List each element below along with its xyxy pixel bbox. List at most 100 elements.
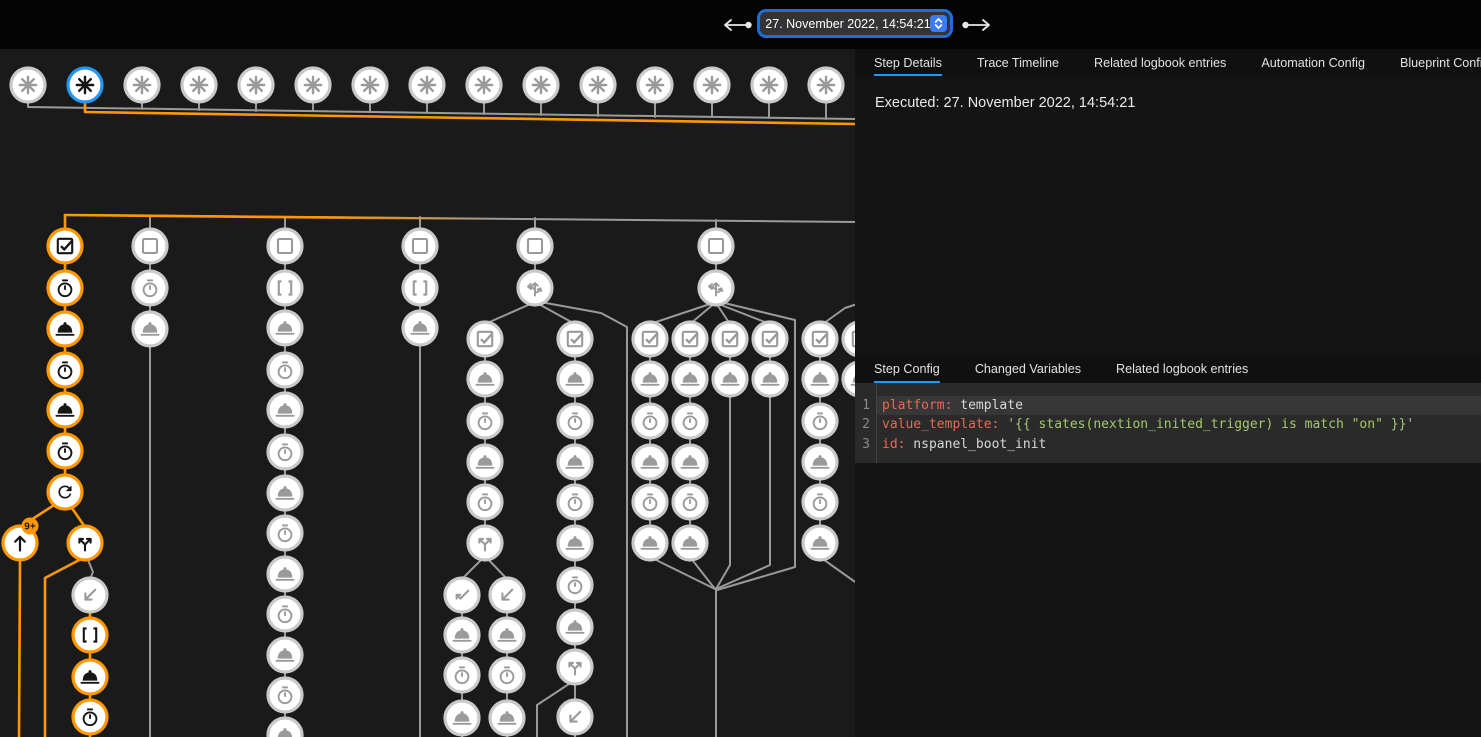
timer-node[interactable] [468, 404, 502, 438]
cloche-node[interactable] [843, 362, 855, 396]
choose-node[interactable] [699, 271, 733, 305]
checkbox-node[interactable] [753, 322, 787, 356]
timer-node[interactable] [673, 404, 707, 438]
cloche-node[interactable] [803, 526, 837, 560]
cloche-node[interactable] [133, 312, 167, 346]
timer-node[interactable] [73, 700, 107, 734]
call-split-node[interactable] [68, 526, 102, 560]
timer-node[interactable] [490, 658, 524, 692]
tab-step-details[interactable]: Step Details [874, 49, 942, 76]
checkbox-node[interactable] [673, 322, 707, 356]
square-node[interactable] [133, 229, 167, 263]
check-arrow-node[interactable] [445, 578, 479, 612]
cloche-node[interactable] [48, 312, 82, 346]
choose-node[interactable] [518, 271, 552, 305]
timer-node[interactable] [268, 678, 302, 712]
timer-node[interactable] [48, 434, 82, 468]
cloche-node[interactable] [445, 701, 479, 735]
brackets-node[interactable] [73, 618, 107, 652]
arrow-down-left-node[interactable] [490, 578, 524, 612]
timer-node[interactable] [633, 404, 667, 438]
asterisk-node[interactable] [410, 68, 444, 102]
asterisk-node[interactable] [182, 68, 216, 102]
timer-node[interactable] [633, 485, 667, 519]
brackets-node[interactable] [403, 271, 437, 305]
timer-node[interactable] [268, 353, 302, 387]
cloche-node[interactable] [713, 362, 747, 396]
asterisk-node[interactable] [752, 68, 786, 102]
step-config-code-editor[interactable]: 1platform: template 2value_template: '{{… [855, 383, 1481, 463]
timer-node[interactable] [468, 485, 502, 519]
cloche-node[interactable] [268, 557, 302, 591]
timer-node[interactable] [558, 404, 592, 438]
asterisk-node[interactable] [809, 68, 843, 102]
timer-node[interactable] [803, 404, 837, 438]
asterisk-node[interactable] [524, 68, 558, 102]
tab-trace-timeline[interactable]: Trace Timeline [977, 49, 1059, 76]
refresh-node[interactable] [48, 475, 82, 509]
checkbox-node[interactable] [803, 322, 837, 356]
cloche-node[interactable] [803, 362, 837, 396]
call-split-node[interactable] [558, 650, 592, 684]
cloche-node[interactable] [445, 618, 479, 652]
tab-related-logbook-entries[interactable]: Related logbook entries [1094, 49, 1226, 76]
run-select[interactable]: 27. November 2022, 14:54:21 [760, 12, 950, 35]
cloche-node[interactable] [490, 618, 524, 652]
checkbox-node[interactable] [713, 322, 747, 356]
square-node[interactable] [403, 229, 437, 263]
cloche-node[interactable] [803, 445, 837, 479]
cloche-node[interactable] [633, 526, 667, 560]
timer-node[interactable] [48, 353, 82, 387]
tab-changed-variables[interactable]: Changed Variables [975, 355, 1081, 383]
cloche-node[interactable] [268, 476, 302, 510]
timer-node[interactable] [558, 568, 592, 602]
timer-node[interactable] [803, 485, 837, 519]
asterisk-node[interactable] [68, 68, 102, 102]
cloche-node[interactable] [558, 362, 592, 396]
cloche-node[interactable] [633, 362, 667, 396]
asterisk-node[interactable] [239, 68, 273, 102]
timer-node[interactable] [268, 516, 302, 550]
previous-run-button[interactable] [716, 14, 756, 39]
asterisk-node[interactable] [125, 68, 159, 102]
checkbox-node[interactable] [843, 322, 855, 356]
timer-node[interactable] [445, 658, 479, 692]
cloche-node[interactable] [558, 526, 592, 560]
tab-blueprint-config[interactable]: Blueprint Config [1400, 49, 1481, 76]
checkbox-node[interactable] [633, 322, 667, 356]
cloche-node[interactable] [48, 393, 82, 427]
cloche-node[interactable] [268, 393, 302, 427]
cloche-node[interactable] [673, 362, 707, 396]
timer-node[interactable] [673, 485, 707, 519]
checkbox-node[interactable] [48, 229, 82, 263]
cloche-node[interactable] [268, 311, 302, 345]
call-split-node[interactable] [468, 526, 502, 560]
checkbox-node[interactable] [468, 322, 502, 356]
tab-config-related-logbook-entries[interactable]: Related logbook entries [1116, 355, 1248, 383]
tab-step-config[interactable]: Step Config [874, 355, 940, 383]
asterisk-node[interactable] [581, 68, 615, 102]
square-node[interactable] [699, 229, 733, 263]
asterisk-node[interactable] [296, 68, 330, 102]
cloche-node[interactable] [268, 718, 302, 737]
cloche-node[interactable] [633, 445, 667, 479]
cloche-node[interactable] [490, 701, 524, 735]
cloche-node[interactable] [403, 311, 437, 345]
asterisk-node[interactable] [695, 68, 729, 102]
brackets-node[interactable] [268, 271, 302, 305]
cloche-node[interactable] [73, 660, 107, 694]
cloche-node[interactable] [753, 362, 787, 396]
cloche-node[interactable] [673, 526, 707, 560]
cloche-node[interactable] [268, 638, 302, 672]
cloche-node[interactable] [673, 445, 707, 479]
timer-node[interactable] [268, 597, 302, 631]
asterisk-node[interactable] [638, 68, 672, 102]
arrow-down-left-node[interactable] [558, 700, 592, 734]
asterisk-node[interactable] [467, 68, 501, 102]
asterisk-node[interactable] [11, 68, 45, 102]
cloche-node[interactable] [558, 445, 592, 479]
timer-node[interactable] [268, 435, 302, 469]
cloche-node[interactable] [558, 610, 592, 644]
next-run-button[interactable] [958, 14, 998, 39]
checkbox-node[interactable] [558, 322, 592, 356]
